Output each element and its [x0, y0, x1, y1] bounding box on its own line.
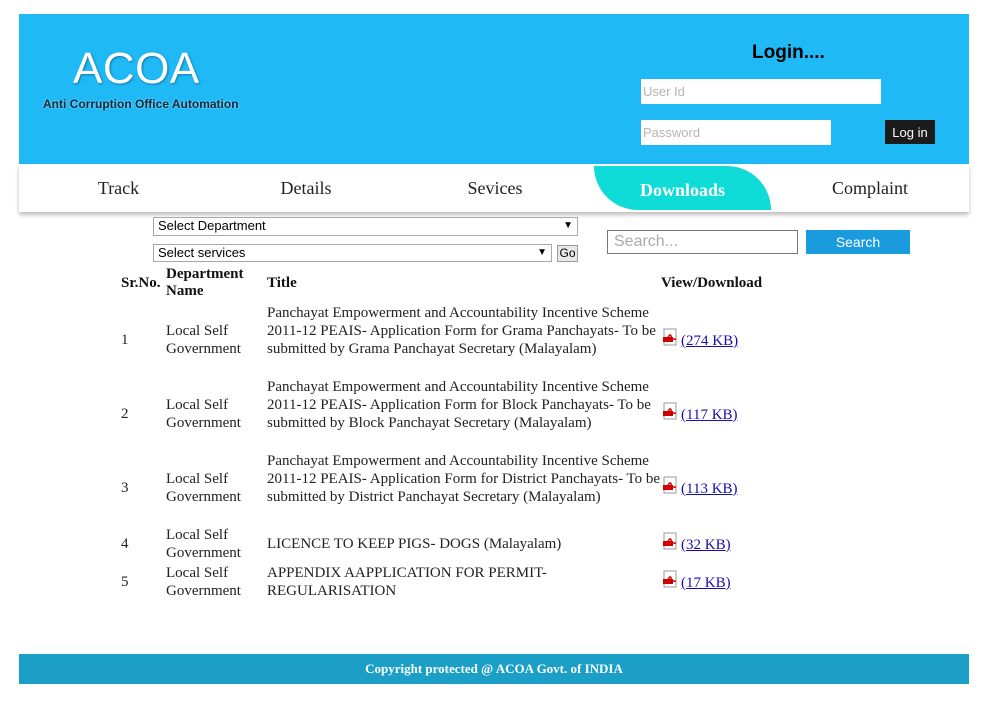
pdf-icon[interactable]: [662, 570, 680, 588]
row-sr: 2: [121, 406, 129, 422]
dropdown-arrow-icon: ▼: [563, 220, 573, 231]
nav-item-services[interactable]: Sevices: [395, 164, 595, 212]
login-title: Login....: [752, 42, 825, 63]
pdf-icon[interactable]: [662, 402, 680, 420]
download-link[interactable]: (32 KB): [681, 537, 731, 554]
row-sr: 3: [121, 480, 129, 496]
go-button[interactable]: Go: [557, 245, 578, 262]
main-nav: Track Details Sevices Downloads Complain…: [19, 164, 969, 212]
userid-input[interactable]: [641, 79, 881, 104]
services-select[interactable]: Select services ▼: [153, 244, 552, 262]
logo-title: ACOA: [73, 44, 200, 93]
download-link[interactable]: (117 KB): [681, 407, 738, 424]
row-sr: 1: [121, 332, 129, 348]
logo-subtitle: Anti Corruption Office Automation: [43, 97, 239, 111]
download-link[interactable]: (274 KB): [681, 333, 738, 350]
nav-item-complaint[interactable]: Complaint: [771, 164, 969, 212]
row-sr: 4: [121, 536, 129, 552]
pdf-icon[interactable]: [662, 328, 680, 346]
row-department: Local Self Government: [166, 397, 241, 431]
header-department: Department Name: [166, 266, 244, 299]
download-link[interactable]: (113 KB): [681, 481, 738, 498]
search-button[interactable]: Search: [806, 230, 910, 254]
login-button[interactable]: Log in: [885, 120, 935, 144]
nav-item-track[interactable]: Track: [19, 164, 218, 212]
row-department: Local Self Government: [166, 527, 241, 561]
row-title: Panchayat Empowerment and Accountability…: [267, 305, 656, 357]
pdf-icon[interactable]: [662, 476, 680, 494]
row-department: Local Self Government: [166, 471, 241, 505]
row-title: LICENCE TO KEEP PIGS- DOGS (Malayalam): [267, 536, 562, 552]
pdf-icon[interactable]: [662, 532, 680, 550]
nav-item-details[interactable]: Details: [206, 164, 406, 212]
download-link[interactable]: (17 KB): [681, 575, 731, 592]
header-title: Title: [267, 275, 297, 291]
header-view-download: View/Download: [661, 275, 763, 291]
row-department: Local Self Government: [166, 323, 241, 357]
password-input[interactable]: [641, 120, 831, 145]
row-sr: 5: [121, 574, 129, 590]
dropdown-arrow-icon: ▼: [537, 247, 547, 258]
department-select[interactable]: Select Department ▼: [153, 217, 578, 236]
header: ACOA Anti Corruption Office Automation L…: [19, 14, 969, 164]
services-select-value: Select services: [158, 245, 246, 260]
row-title: APPENDIX AAPPLICATION FOR PERMIT-REGULAR…: [267, 565, 547, 599]
nav-item-downloads[interactable]: Downloads: [594, 166, 771, 210]
footer: Copyright protected @ ACOA Govt. of INDI…: [19, 654, 969, 684]
header-sr-no: Sr.No.: [121, 275, 161, 291]
department-select-value: Select Department: [158, 218, 266, 233]
row-department: Local Self Government: [166, 565, 241, 599]
search-input[interactable]: [607, 230, 798, 254]
row-title: Panchayat Empowerment and Accountability…: [267, 453, 661, 505]
row-title: Panchayat Empowerment and Accountability…: [267, 379, 651, 431]
